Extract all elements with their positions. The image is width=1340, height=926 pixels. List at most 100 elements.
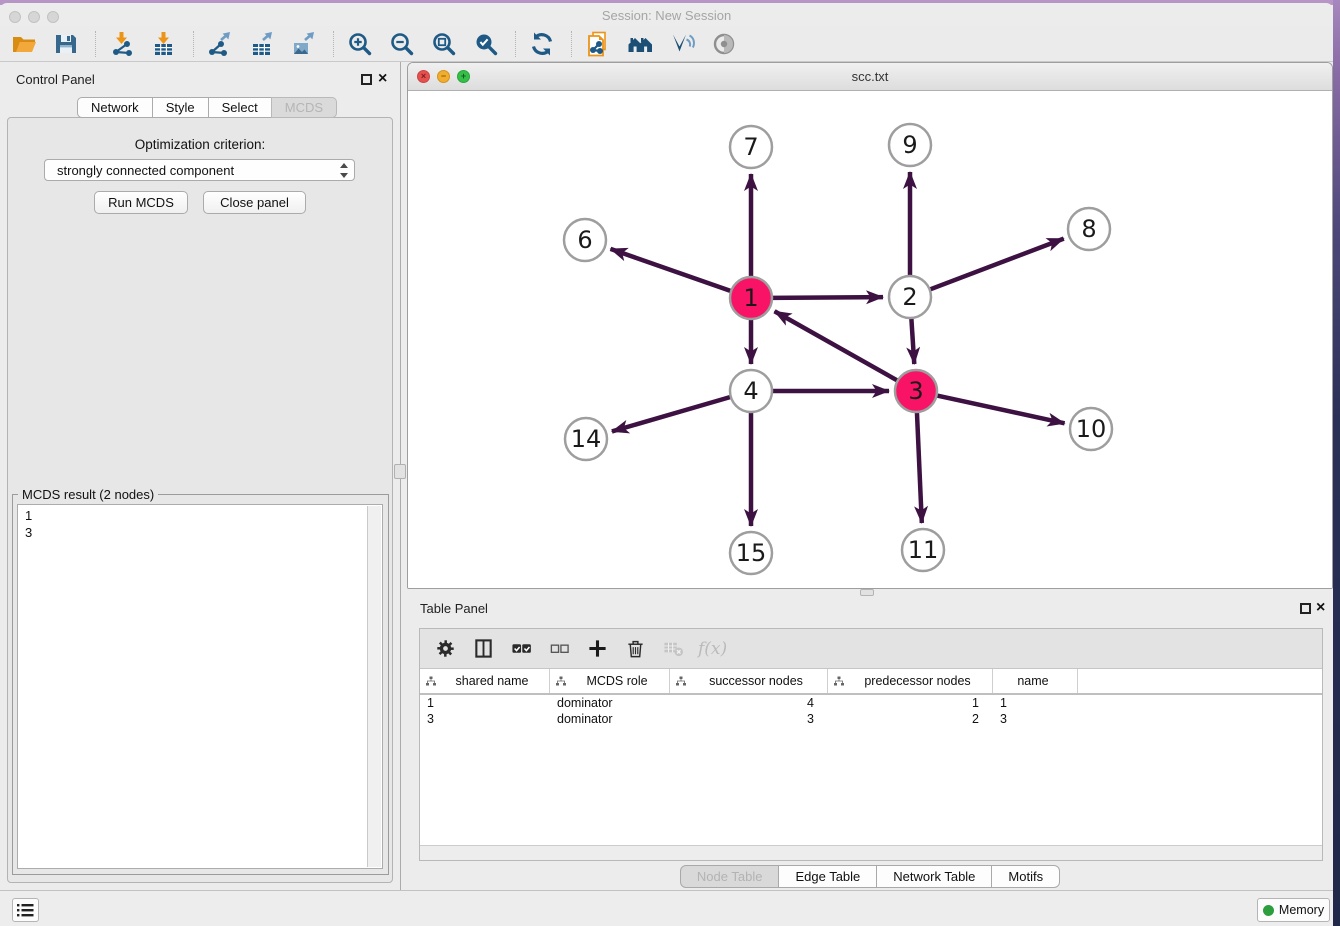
table-settings-icon[interactable] — [432, 636, 458, 662]
table-cell[interactable]: dominator — [550, 695, 670, 711]
graph-node-label: 14 — [571, 425, 602, 453]
horizontal-splitter-handle[interactable] — [860, 589, 874, 596]
table-cell[interactable]: 3 — [420, 711, 550, 727]
vertical-splitter-handle[interactable] — [394, 464, 406, 479]
table-cell[interactable]: 3 — [670, 711, 828, 727]
tab-motifs[interactable]: Motifs — [991, 865, 1060, 888]
tab-style[interactable]: Style — [152, 97, 209, 118]
graph-node-2[interactable]: 2 — [889, 276, 931, 318]
table-header-row: shared nameMCDS rolesuccessor nodes prede… — [420, 669, 1322, 695]
column-header-name[interactable]: name — [993, 669, 1078, 693]
result-scrollbar[interactable] — [367, 506, 381, 867]
hide-all-columns-icon[interactable] — [546, 636, 572, 662]
network-canvas[interactable]: 7 9 6 8 1 2 4 3 14 10 15 11 — [408, 91, 1332, 588]
graph-node-10[interactable]: 10 — [1070, 408, 1112, 450]
table-cell[interactable]: 3 — [993, 711, 1078, 727]
table-cell[interactable]: 4 — [670, 695, 828, 711]
graph-edge-3-1[interactable] — [775, 311, 898, 380]
zoom-in-icon[interactable] — [344, 28, 375, 59]
column-header-successor-nodes[interactable]: successor nodes — [670, 669, 828, 693]
table-panel-container: f(x) shared nameMCDS rolesuccessor nodes… — [419, 628, 1323, 861]
export-table-icon[interactable] — [246, 28, 277, 59]
tab-network-table[interactable]: Network Table — [876, 865, 992, 888]
graph-node-8[interactable]: 8 — [1068, 208, 1110, 250]
network-from-selection-icon[interactable] — [582, 28, 613, 59]
graph-node-4[interactable]: 4 — [730, 370, 772, 412]
update-network-icon[interactable] — [526, 28, 557, 59]
table-cell[interactable]: 1 — [828, 695, 993, 711]
import-network-icon[interactable] — [106, 28, 137, 59]
main-toolbar-icons — [8, 28, 750, 59]
graph-edge-2-3[interactable] — [911, 318, 914, 364]
apply-style-icon[interactable] — [666, 28, 697, 59]
table-row[interactable]: 3dominator323 — [420, 711, 1322, 727]
save-session-icon[interactable] — [50, 28, 81, 59]
graph-node-label: 6 — [577, 226, 592, 254]
graph-node-7[interactable]: 7 — [730, 126, 772, 168]
criterion-value: strongly connected component — [57, 163, 234, 178]
create-column-icon[interactable] — [584, 636, 610, 662]
criterion-select[interactable]: strongly connected component — [44, 159, 355, 181]
table-panel-title: Table Panel — [420, 601, 488, 616]
graph-node-15[interactable]: 15 — [730, 532, 772, 574]
tab-select[interactable]: Select — [208, 97, 272, 118]
show-hide-icon[interactable] — [708, 28, 739, 59]
graph-node-3[interactable]: 3 — [895, 370, 937, 412]
control-panel-close-icon[interactable]: × — [378, 73, 387, 85]
graph-node-6[interactable]: 6 — [564, 219, 606, 261]
show-all-columns-icon[interactable] — [508, 636, 534, 662]
graph-edge-3-11[interactable] — [917, 412, 922, 523]
table-row[interactable]: 1dominator411 — [420, 695, 1322, 711]
tab-node-table[interactable]: Node Table — [680, 865, 780, 888]
graph-node-11[interactable]: 11 — [902, 529, 944, 571]
zoom-fit-icon[interactable] — [428, 28, 459, 59]
run-mcds-button[interactable]: Run MCDS — [94, 191, 188, 214]
task-history-button[interactable] — [12, 898, 39, 922]
table-cell[interactable]: 2 — [828, 711, 993, 727]
mcds-result-area[interactable]: 13 — [17, 504, 383, 869]
column-header-shared-name[interactable]: shared name — [420, 669, 550, 693]
column-header-label: predecessor nodes — [847, 674, 992, 688]
tab-mcds[interactable]: MCDS — [271, 97, 337, 118]
tab-network[interactable]: Network — [77, 97, 153, 118]
graph-edge-1-6[interactable] — [610, 249, 731, 291]
graph-edge-1-2[interactable] — [772, 297, 883, 298]
export-image-icon[interactable] — [288, 28, 319, 59]
graph-node-label: 11 — [908, 536, 939, 564]
column-browser-icon[interactable] — [470, 636, 496, 662]
table-cell[interactable]: 1 — [420, 695, 550, 711]
graph-node-14[interactable]: 14 — [565, 418, 607, 460]
control-panel-float-icon[interactable] — [361, 74, 372, 85]
graph-edge-3-10[interactable] — [937, 395, 1065, 423]
column-header-MCDS-role[interactable]: MCDS role — [550, 669, 670, 693]
zoom-selected-icon[interactable] — [470, 28, 501, 59]
column-header-label: name — [993, 674, 1077, 688]
table-hscrollbar[interactable] — [420, 845, 1322, 860]
memory-label: Memory — [1279, 903, 1324, 917]
toolbar-separator — [193, 31, 194, 57]
table-toolbar: f(x) — [420, 629, 1322, 669]
graph-node-1[interactable]: 1 — [730, 277, 772, 319]
tab-edge-table[interactable]: Edge Table — [778, 865, 877, 888]
delete-columns-icon[interactable] — [622, 636, 648, 662]
graph-node-label: 15 — [736, 539, 767, 567]
control-panel-tabs: NetworkStyleSelectMCDS — [77, 97, 337, 118]
memory-status-icon — [1263, 905, 1274, 916]
table-panel-float-icon[interactable] — [1300, 603, 1311, 614]
memory-button[interactable]: Memory — [1257, 898, 1330, 922]
graph-edge-2-8[interactable] — [930, 239, 1064, 290]
export-network-icon[interactable] — [204, 28, 235, 59]
first-neighbors-icon[interactable] — [624, 28, 655, 59]
close-panel-button[interactable]: Close panel — [203, 191, 306, 214]
import-table-icon[interactable] — [148, 28, 179, 59]
toolbar-separator — [571, 31, 572, 57]
open-session-icon[interactable] — [8, 28, 39, 59]
graph-edge-4-14[interactable] — [612, 397, 731, 432]
column-header-predecessor-nodes[interactable]: predecessor nodes — [828, 669, 993, 693]
table-cell[interactable]: 1 — [993, 695, 1078, 711]
zoom-out-icon[interactable] — [386, 28, 417, 59]
graph-node-label: 2 — [902, 283, 917, 311]
table-cell[interactable]: dominator — [550, 711, 670, 727]
table-panel-close-icon[interactable]: × — [1316, 602, 1325, 614]
graph-node-9[interactable]: 9 — [889, 124, 931, 166]
